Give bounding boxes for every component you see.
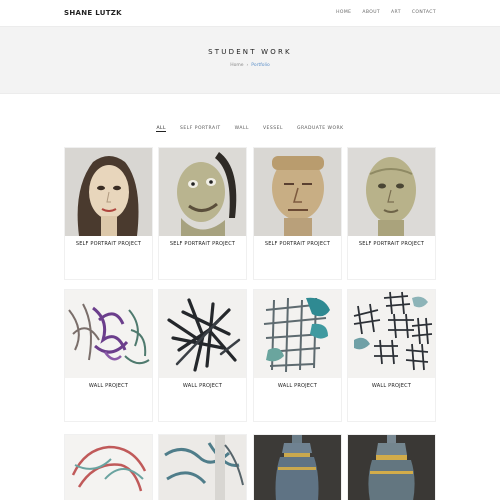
- breadcrumb-home[interactable]: Home: [230, 63, 243, 68]
- portfolio-caption[interactable]: WALL PROJECT: [348, 383, 435, 389]
- portfolio-image[interactable]: [348, 290, 435, 378]
- portfolio-caption[interactable]: WALL PROJECT: [159, 383, 246, 389]
- breadcrumb-separator: ›: [246, 63, 249, 68]
- portfolio-image[interactable]: [348, 435, 435, 500]
- breadcrumb-current: Portfolio: [251, 63, 270, 68]
- filter-wall[interactable]: WALL: [235, 126, 249, 132]
- portfolio-image[interactable]: [254, 148, 341, 236]
- breadcrumb: Home › Portfolio: [0, 63, 500, 68]
- portfolio-item[interactable]: [347, 434, 436, 500]
- portfolio-image[interactable]: [65, 435, 152, 500]
- portfolio-item[interactable]: WALL PROJECT: [253, 289, 342, 422]
- site-header: SHANE LUTZK HOME ABOUT ART CONTACT: [0, 0, 500, 26]
- filter-graduate-work[interactable]: GRADUATE WORK: [297, 126, 344, 132]
- portfolio-item[interactable]: SELF PORTRAIT PROJECT: [64, 147, 153, 280]
- portfolio-item[interactable]: SELF PORTRAIT PROJECT: [253, 147, 342, 280]
- portfolio-item[interactable]: WALL PROJECT: [347, 289, 436, 422]
- portfolio-item[interactable]: [158, 434, 247, 500]
- portfolio-caption[interactable]: SELF PORTRAIT PROJECT: [348, 241, 435, 247]
- portfolio-image[interactable]: [348, 148, 435, 236]
- portfolio-caption[interactable]: WALL PROJECT: [65, 383, 152, 389]
- portfolio-image[interactable]: [254, 435, 341, 500]
- main-nav: HOME ABOUT ART CONTACT: [336, 10, 436, 15]
- portfolio-caption[interactable]: SELF PORTRAIT PROJECT: [254, 241, 341, 247]
- portfolio-image[interactable]: [65, 148, 152, 236]
- portfolio-filters: ALL SELF PORTRAIT WALL VESSEL GRADUATE W…: [0, 126, 500, 132]
- portfolio-item[interactable]: SELF PORTRAIT PROJECT: [158, 147, 247, 280]
- portfolio-image[interactable]: [159, 290, 246, 378]
- portfolio-caption[interactable]: SELF PORTRAIT PROJECT: [159, 241, 246, 247]
- portfolio-item[interactable]: SELF PORTRAIT PROJECT: [347, 147, 436, 280]
- nav-home[interactable]: HOME: [336, 10, 351, 15]
- nav-art[interactable]: ART: [391, 10, 401, 15]
- portfolio-image[interactable]: [254, 290, 341, 378]
- filter-all[interactable]: ALL: [156, 126, 167, 132]
- portfolio-item[interactable]: [253, 434, 342, 500]
- portfolio-item[interactable]: [64, 434, 153, 500]
- filter-self-portrait[interactable]: SELF PORTRAIT: [180, 126, 221, 132]
- portfolio-caption[interactable]: SELF PORTRAIT PROJECT: [65, 241, 152, 247]
- site-logo[interactable]: SHANE LUTZK: [64, 9, 122, 17]
- page-banner: [0, 26, 500, 94]
- page-title: STUDENT WORK: [208, 48, 292, 56]
- portfolio-item[interactable]: WALL PROJECT: [64, 289, 153, 422]
- portfolio-image[interactable]: [159, 435, 246, 500]
- portfolio-image[interactable]: [65, 290, 152, 378]
- filter-vessel[interactable]: VESSEL: [263, 126, 283, 132]
- nav-contact[interactable]: CONTACT: [412, 10, 436, 15]
- portfolio-caption[interactable]: WALL PROJECT: [254, 383, 341, 389]
- portfolio-item[interactable]: WALL PROJECT: [158, 289, 247, 422]
- portfolio-image[interactable]: [159, 148, 246, 236]
- nav-about[interactable]: ABOUT: [362, 10, 380, 15]
